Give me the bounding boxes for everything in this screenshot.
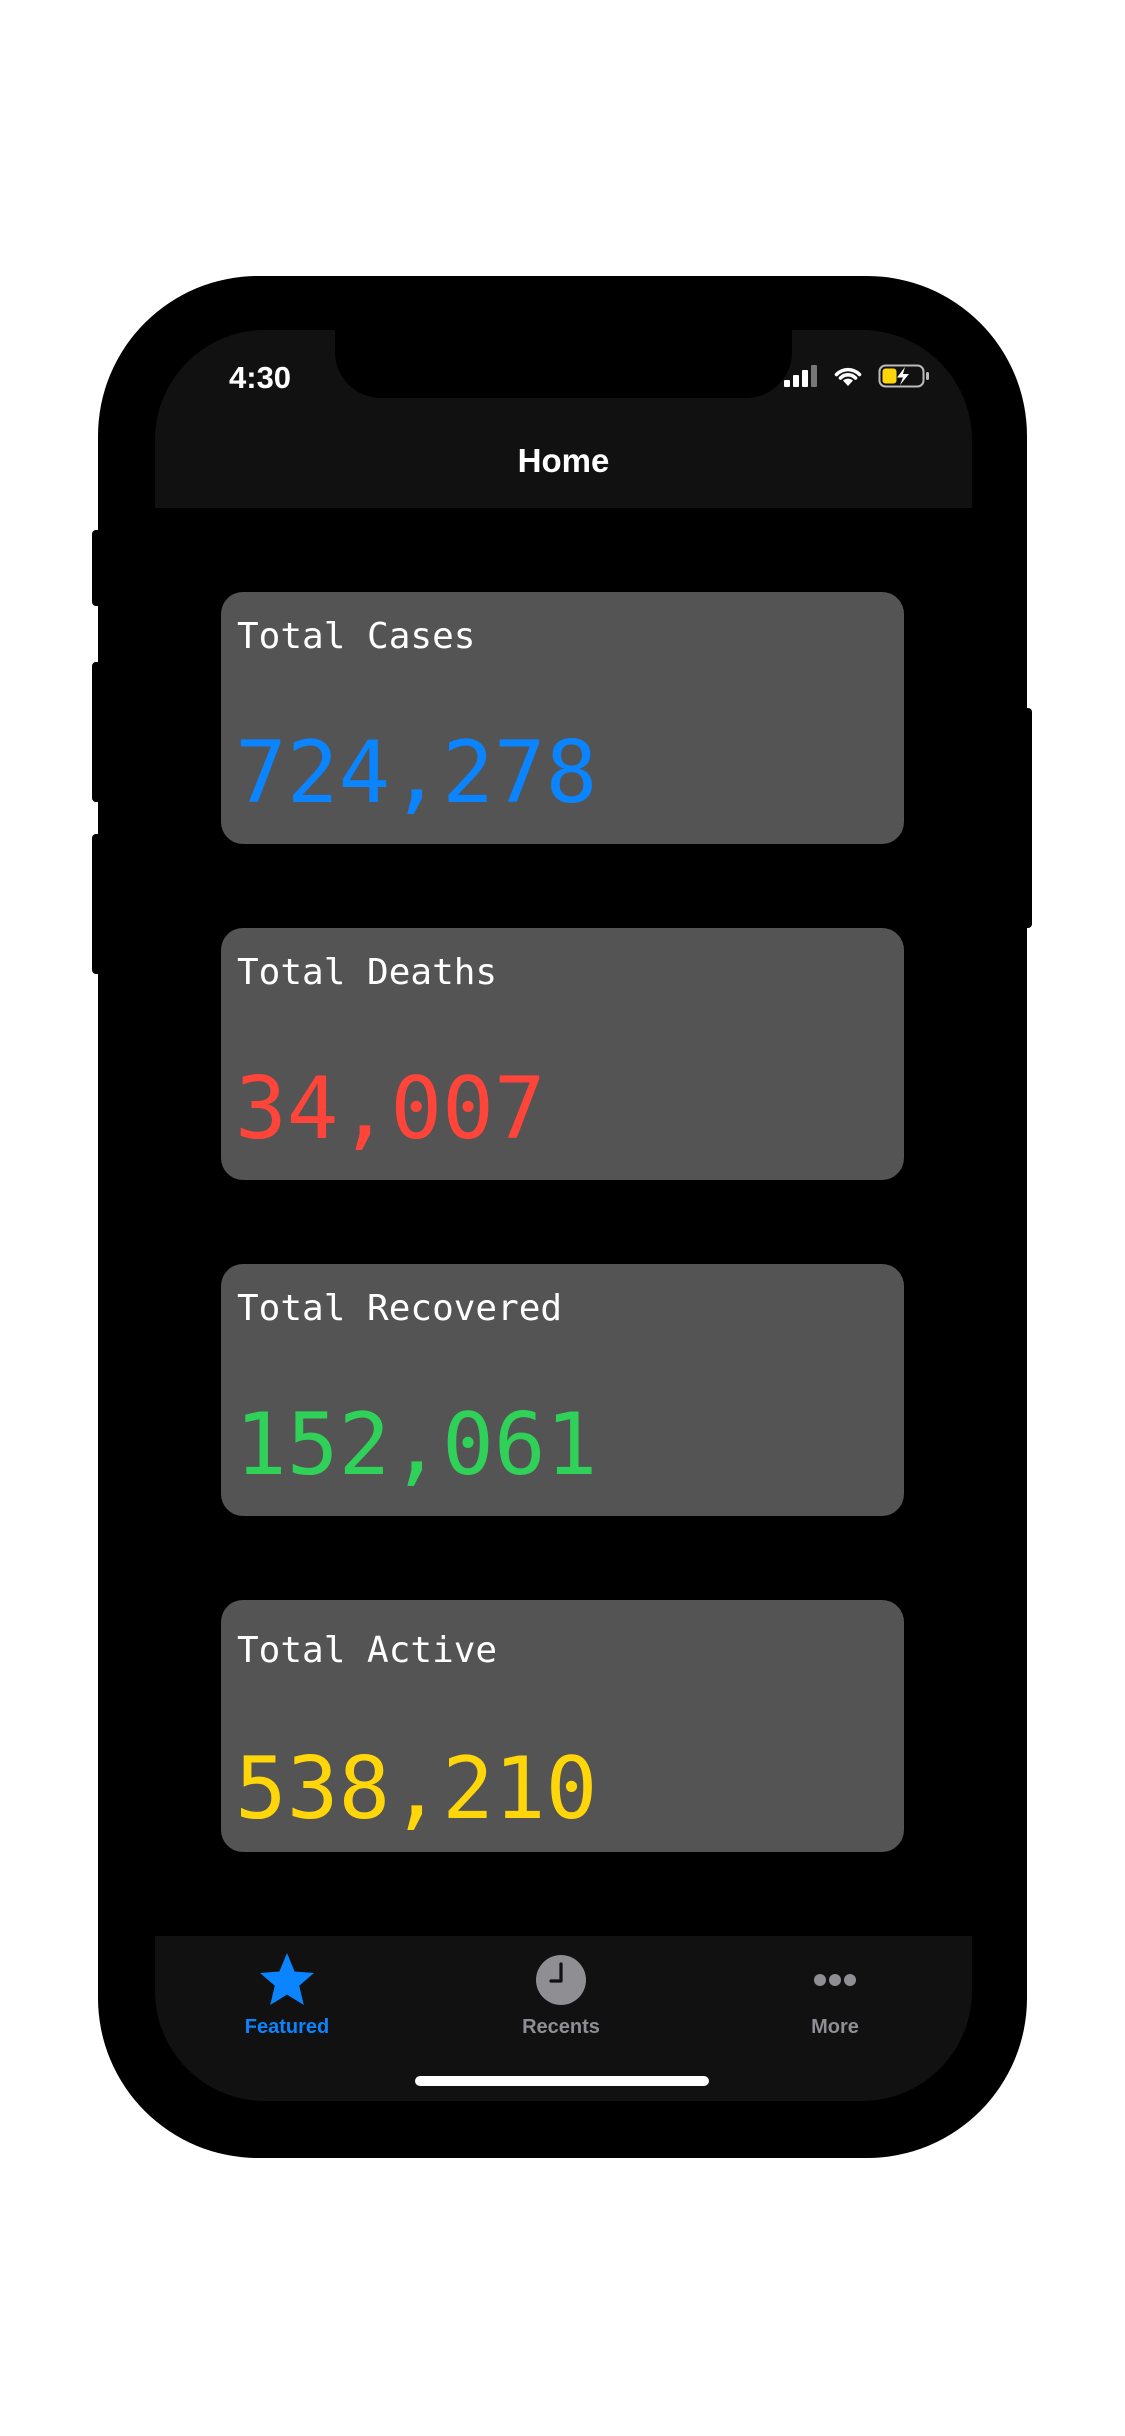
total-cases-label: Total Cases <box>237 616 476 657</box>
total-cases-card: Total Cases 724,278 <box>221 592 904 844</box>
cellular-signal-icon <box>784 365 817 387</box>
tab-more[interactable]: More <box>735 1950 935 2039</box>
total-recovered-card: Total Recovered 152,061 <box>221 1264 904 1516</box>
stats-list: Total Cases 724,278 Total Deaths 34,007 … <box>155 508 972 1936</box>
mute-switch <box>92 530 102 606</box>
total-deaths-card: Total Deaths 34,007 <box>221 928 904 1180</box>
total-deaths-label: Total Deaths <box>237 952 498 993</box>
notch <box>335 330 792 398</box>
tab-featured[interactable]: Featured <box>187 1950 387 2039</box>
tab-recents[interactable]: Recents <box>461 1950 661 2039</box>
power-button <box>1022 708 1032 928</box>
status-time: 4:30 <box>229 360 292 395</box>
screen: 4:30 Home Total Cases 724,278 Total Deat… <box>155 330 972 2101</box>
tab-bar: Featured Recents More <box>155 1936 972 2101</box>
total-deaths-value: 34,007 <box>235 1059 546 1159</box>
tab-more-label: More <box>811 2016 859 2038</box>
status-icons <box>784 364 930 388</box>
total-recovered-value: 152,061 <box>235 1395 598 1495</box>
star-icon <box>260 1953 314 2005</box>
volume-up-button <box>92 662 102 802</box>
total-recovered-label: Total Recovered <box>237 1288 563 1329</box>
total-cases-value: 724,278 <box>235 723 598 823</box>
tab-recents-label: Recents <box>522 2016 600 2038</box>
navigation-bar: 4:30 Home <box>155 330 972 508</box>
total-active-value: 538,210 <box>235 1739 598 1839</box>
wifi-icon <box>834 367 862 386</box>
home-indicator[interactable] <box>415 2076 709 2086</box>
total-active-card: Total Active 538,210 <box>221 1600 904 1852</box>
tab-featured-label: Featured <box>244 2016 330 2038</box>
volume-down-button <box>92 834 102 974</box>
page-title: Home <box>517 442 610 479</box>
total-active-label: Total Active <box>237 1630 498 1671</box>
battery-charging-icon <box>878 364 929 388</box>
more-icon <box>814 1974 856 1986</box>
clock-icon <box>536 1955 586 2005</box>
